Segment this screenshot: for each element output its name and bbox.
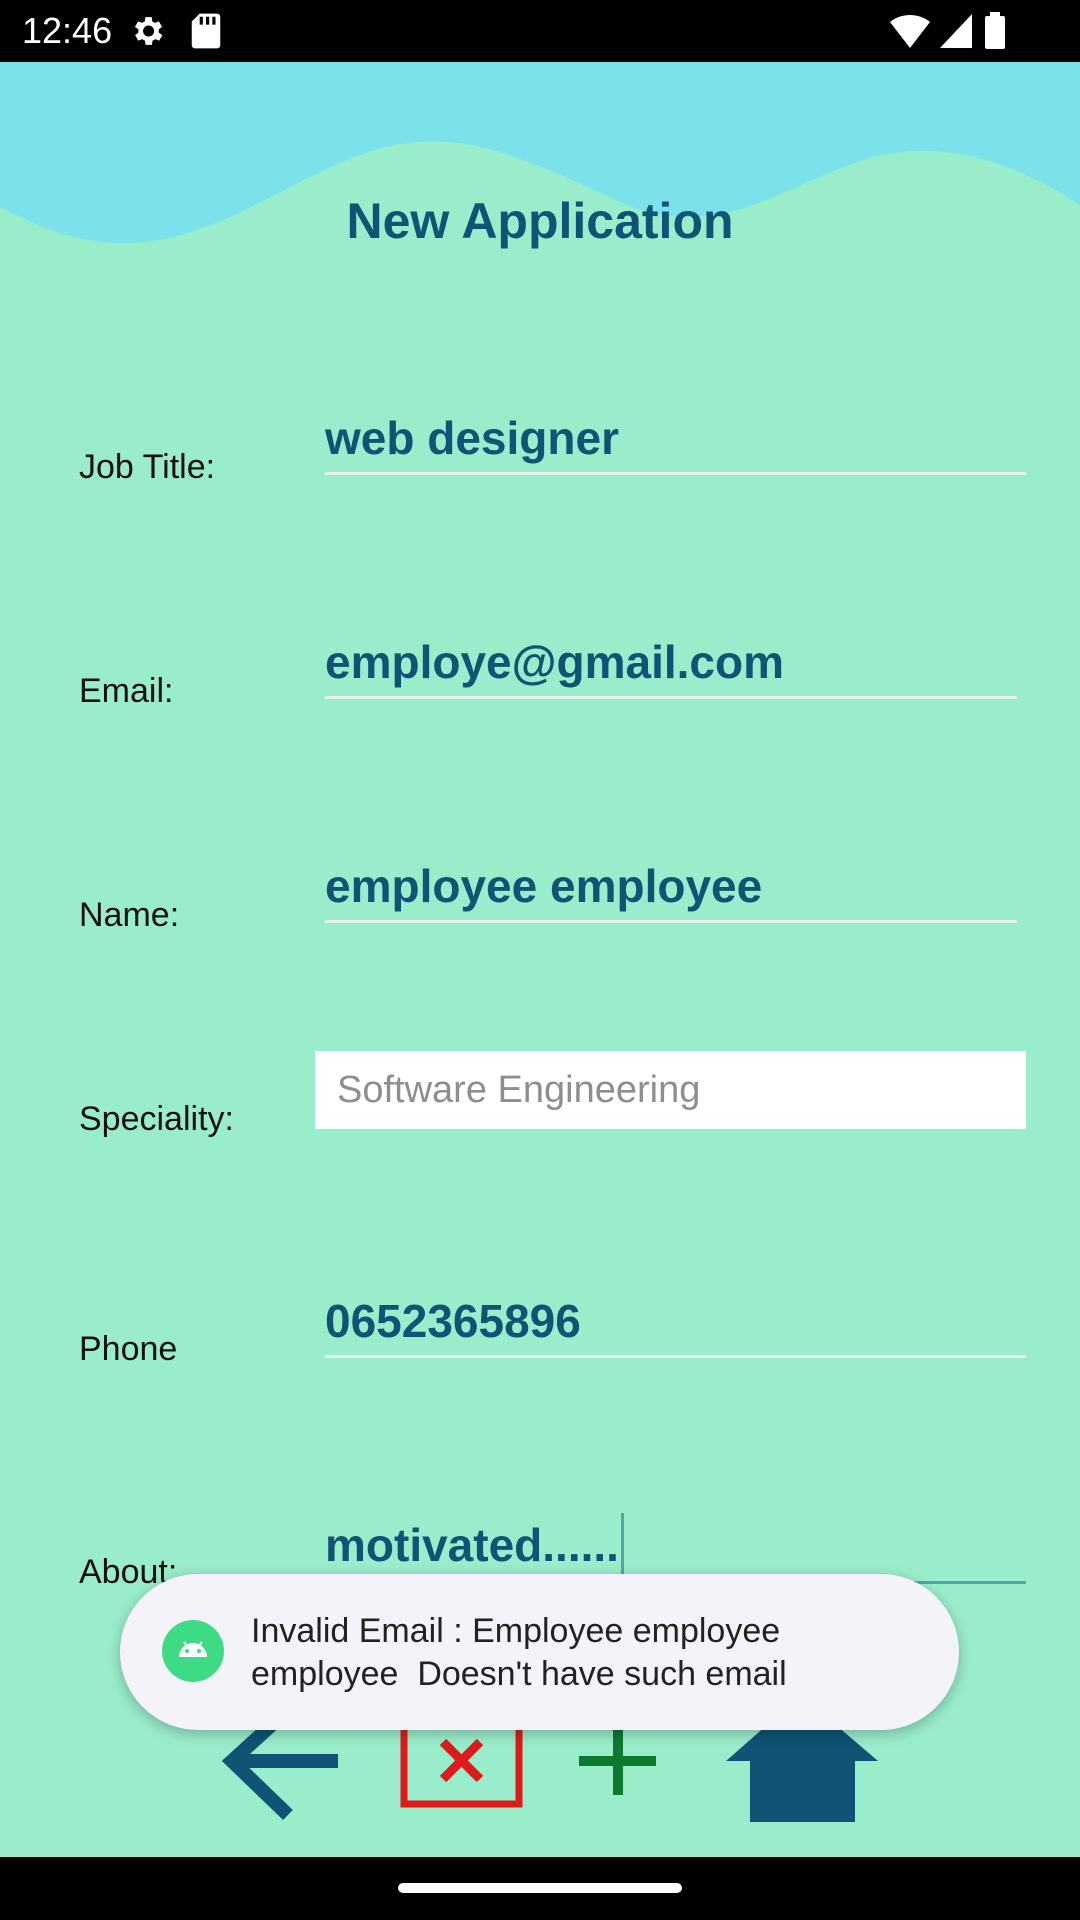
speciality-select[interactable]: Software Engineering <box>315 1051 1026 1129</box>
job-title-underline <box>325 472 1026 475</box>
battery-icon <box>985 12 1005 49</box>
email-underline <box>325 696 1017 699</box>
add-plus-icon[interactable] <box>579 1730 656 1795</box>
signal-icon <box>940 14 972 48</box>
toast-line-2: employee Doesn't have such email <box>251 1655 787 1693</box>
settings-icon <box>134 17 163 45</box>
android-icon <box>162 1620 224 1682</box>
phone-underline <box>325 1355 1026 1358</box>
name-input[interactable]: employee employee <box>325 859 762 913</box>
about-input[interactable]: motivated...... <box>325 1518 619 1572</box>
status-time: 12:46 <box>22 10 113 51</box>
status-bar: 12:46 <box>0 0 1080 62</box>
home-gesture-pill[interactable] <box>398 1883 682 1893</box>
page-title: New Application <box>346 193 734 249</box>
system-nav-bar <box>0 1857 1080 1920</box>
speciality-label: Speciality: <box>79 1100 234 1138</box>
job-title-label: Job Title: <box>79 448 216 486</box>
text-cursor <box>621 1513 624 1575</box>
name-label: Name: <box>79 896 180 934</box>
email-label: Email: <box>79 672 174 710</box>
email-input[interactable]: employe@gmail.com <box>325 635 784 689</box>
toast-text: Invalid Email : Employee employee employ… <box>251 1610 891 1696</box>
speciality-selected-value: Software Engineering <box>337 1069 701 1111</box>
sd-card-icon <box>191 13 221 49</box>
phone-input[interactable]: 0652365896 <box>325 1294 581 1348</box>
phone-label: Phone <box>79 1330 178 1368</box>
wifi-icon <box>890 14 930 49</box>
toast-line-1: Invalid Email : Employee employee <box>251 1612 781 1650</box>
toast-message: Invalid Email : Employee employee employ… <box>120 1574 959 1730</box>
name-underline <box>325 920 1017 923</box>
job-title-input[interactable]: web designer <box>325 411 619 465</box>
